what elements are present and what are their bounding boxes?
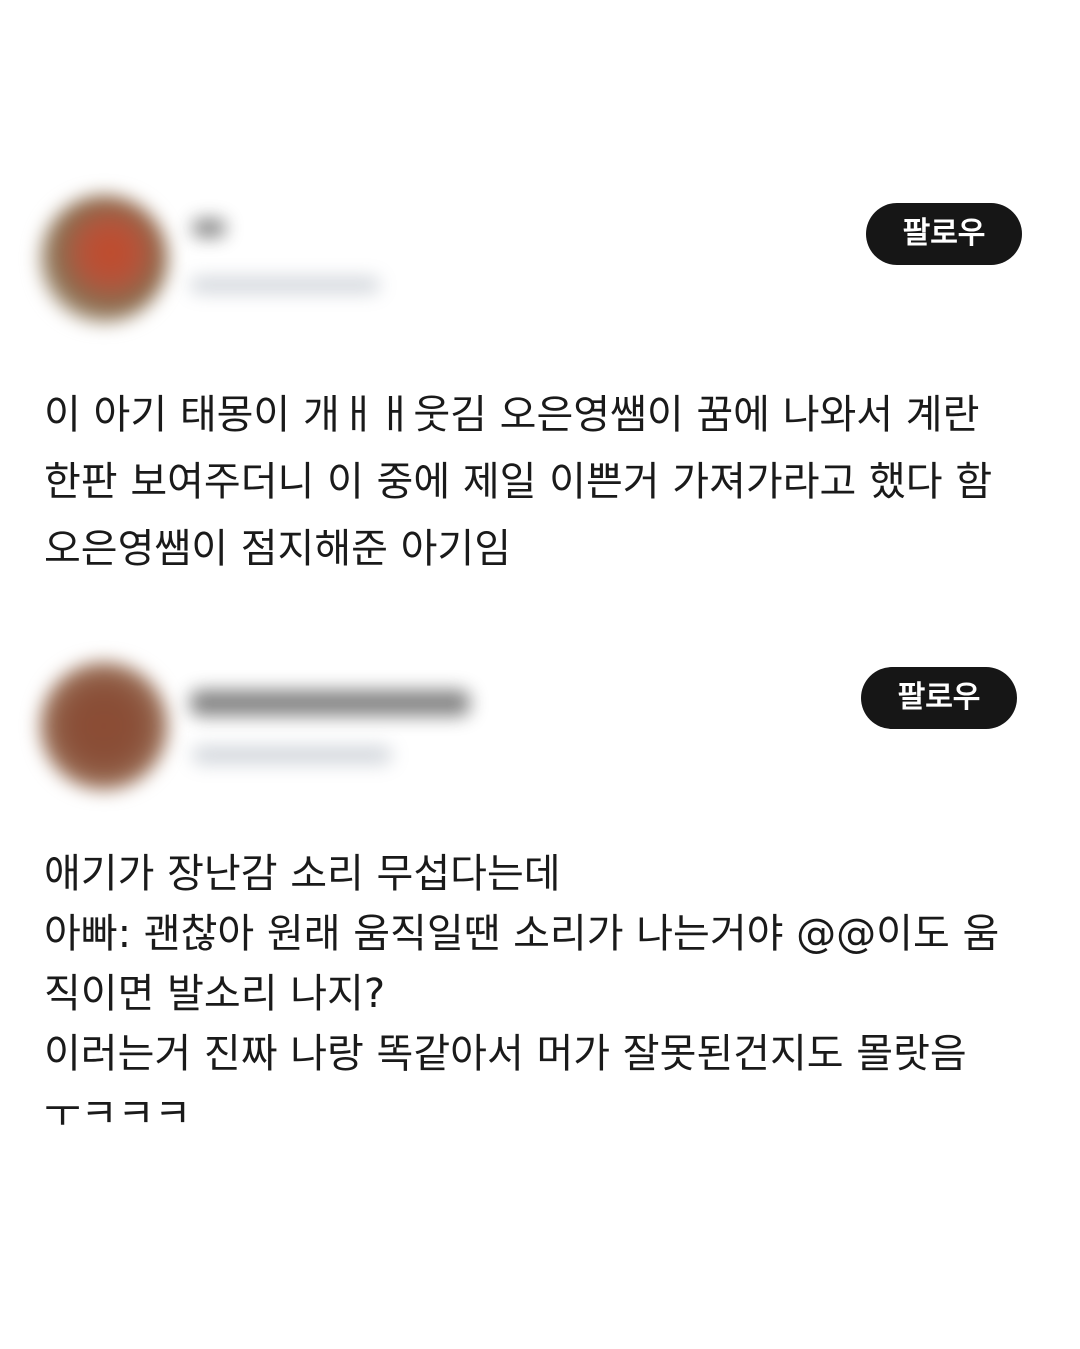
post-text-line: 이 아기 태몽이 개ㅐㅐ웃김 오은영쌤이 꿈에 나와서 계란 xyxy=(44,392,980,438)
post-text-line: 한판 보여주더니 이 중에 제일 이쁜거 가져가라고 했다 함 xyxy=(44,459,993,505)
post-text: 이 아기 태몽이 개ㅐㅐ웃김 오은영쌤이 꿈에 나와서 계란 한판 보여주더니 … xyxy=(44,382,992,583)
avatar[interactable] xyxy=(40,662,168,790)
post-text-line: 아빠: 괜찮아 원래 움직일땐 소리가 나는거야 @@이도 움 xyxy=(44,911,1000,957)
post-text-line: ㅜㅋㅋㅋ xyxy=(44,1091,192,1137)
post-text: 애기가 장난감 소리 무섭다는데 아빠: 괜찮아 원래 움직일땐 소리가 나는거… xyxy=(44,844,999,1144)
post-text-line: 직이면 발소리 나지? xyxy=(44,971,386,1017)
display-name-blurred[interactable] xyxy=(192,219,226,237)
post-text-line: 오은영쌤이 점지해준 아기임 xyxy=(44,526,512,572)
follow-button[interactable]: 팔로우 xyxy=(866,203,1022,265)
user-handle-blurred xyxy=(192,746,392,764)
avatar[interactable] xyxy=(40,195,168,323)
follow-button[interactable]: 팔로우 xyxy=(861,667,1017,729)
post-text-line: 이러는거 진짜 나랑 똑같아서 머가 잘못된건지도 몰랏음 xyxy=(44,1031,967,1077)
display-name-blurred[interactable] xyxy=(190,690,470,716)
post-text-line: 애기가 장난감 소리 무섭다는데 xyxy=(44,851,561,897)
user-handle-blurred xyxy=(190,277,380,293)
